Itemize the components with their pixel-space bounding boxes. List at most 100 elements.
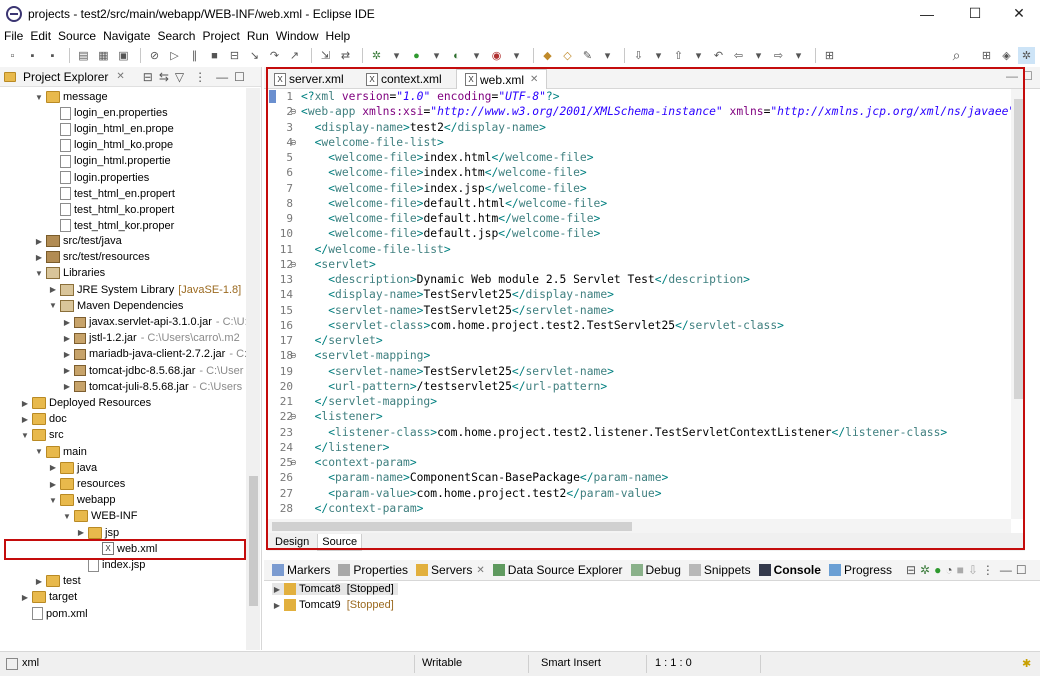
tab-servers[interactable]: Servers ✕: [416, 563, 485, 577]
terminate-icon[interactable]: ■: [206, 47, 223, 64]
tree-item[interactable]: pom.xml: [20, 606, 88, 622]
start-server-debug-icon[interactable]: ✲: [920, 563, 930, 577]
tree-item[interactable]: ▶ resources: [48, 476, 125, 492]
close-button[interactable]: ✕: [996, 0, 1040, 27]
tree-item[interactable]: login_html_en.prope: [48, 121, 174, 137]
use-step-filters-icon[interactable]: ⇄: [337, 47, 354, 64]
tree-item[interactable]: test_html_en.propert: [48, 186, 175, 202]
properties-icon[interactable]: ▦: [95, 47, 112, 64]
disconnect-icon[interactable]: ⊟: [226, 47, 243, 64]
menu-file[interactable]: File: [4, 29, 23, 43]
menu-project[interactable]: Project: [202, 29, 239, 43]
minimize-view-icon[interactable]: —: [1000, 563, 1012, 577]
tree-item[interactable]: ▼ webapp: [48, 492, 116, 508]
tab-snippets[interactable]: Snippets: [688, 563, 751, 577]
filter-icon[interactable]: ▽: [175, 70, 184, 84]
view-menu-icon[interactable]: ⋮: [982, 563, 994, 577]
tree-item[interactable]: ▼ WEB-INF: [62, 508, 137, 524]
menu-edit[interactable]: Edit: [30, 29, 51, 43]
start-server-icon[interactable]: ●: [934, 563, 941, 577]
run-icon[interactable]: ●: [408, 47, 425, 64]
coverage-dropdown-icon[interactable]: ▾: [468, 47, 485, 64]
explorer-scroll-thumb[interactable]: [249, 476, 258, 606]
expand-icon[interactable]: ▶: [272, 601, 282, 610]
tree-item[interactable]: ▶ javax.servlet-api-3.1.0.jar - C:\U:: [62, 314, 248, 330]
tree-toggle-icon[interactable]: ▶: [34, 237, 44, 246]
tree-toggle-icon[interactable]: ▶: [20, 399, 30, 408]
collapse-all-icon[interactable]: ⊟: [143, 70, 153, 84]
tab-properties[interactable]: Properties: [338, 563, 408, 577]
tree-item[interactable]: login_en.properties: [48, 105, 168, 121]
tree-toggle-icon[interactable]: ▶: [76, 528, 86, 537]
menu-navigate[interactable]: Navigate: [103, 29, 150, 43]
status-insert-mode[interactable]: Smart Insert: [541, 657, 601, 669]
tree-item[interactable]: ▶ tomcat-juli-8.5.68.jar - C:\Users: [62, 379, 242, 395]
previous-annotation-icon[interactable]: ⇧: [670, 47, 687, 64]
tree-item[interactable]: ▶ test: [34, 573, 81, 589]
tree-item[interactable]: ▶ target: [20, 589, 77, 605]
tab-markers[interactable]: Markers: [272, 563, 330, 577]
java-ee-perspective-icon[interactable]: ◈: [998, 47, 1015, 64]
new-java-project-icon[interactable]: ◆: [539, 47, 556, 64]
tree-item[interactable]: ▶ src/test/java: [34, 233, 122, 249]
tree-item[interactable]: ▼ src: [20, 427, 64, 443]
previous-annotation-dropdown-icon[interactable]: ▾: [690, 47, 707, 64]
menu-search[interactable]: Search: [157, 29, 195, 43]
server-row-tomcat9[interactable]: ▶ Tomcat9 [Stopped]: [272, 599, 394, 611]
tree-toggle-icon[interactable]: ▼: [34, 269, 44, 278]
external-tools-dropdown-icon[interactable]: ▾: [508, 47, 525, 64]
suspend-icon[interactable]: ∥: [186, 47, 203, 64]
menu-help[interactable]: Help: [326, 29, 351, 43]
expand-icon[interactable]: ▶: [272, 585, 282, 594]
tree-item[interactable]: ▼ message: [34, 89, 108, 105]
print-icon[interactable]: ▤: [75, 47, 92, 64]
tree-item[interactable]: login_html_ko.prope: [48, 137, 173, 153]
tree-toggle-icon[interactable]: ▶: [34, 577, 44, 586]
status-cursor-position[interactable]: 1 : 1 : 0: [655, 657, 692, 669]
tree-toggle-icon[interactable]: ▶: [48, 463, 58, 472]
tab-progress[interactable]: Progress: [828, 563, 892, 577]
open-type-icon[interactable]: ◇: [559, 47, 576, 64]
tree-toggle-icon[interactable]: ▶: [20, 415, 30, 424]
monitor-icon[interactable]: ▣: [115, 47, 132, 64]
tree-toggle-icon[interactable]: ▶: [34, 253, 44, 262]
tree-toggle-icon[interactable]: ▶: [62, 334, 72, 343]
menu-run[interactable]: Run: [247, 29, 269, 43]
debug-icon[interactable]: ✲: [368, 47, 385, 64]
skip-breakpoints-icon[interactable]: ⊘: [146, 47, 163, 64]
menu-window[interactable]: Window: [276, 29, 319, 43]
minimize-view-icon[interactable]: —: [216, 70, 228, 84]
tree-item[interactable]: ▶ doc: [20, 411, 67, 427]
link-editor-icon[interactable]: ⇆: [159, 70, 169, 84]
back-dropdown-icon[interactable]: ▾: [750, 47, 767, 64]
tree-toggle-icon[interactable]: ▼: [20, 431, 30, 440]
close-view-icon[interactable]: ✕: [116, 71, 124, 82]
tree-item[interactable]: test_html_ko.propert: [48, 202, 174, 218]
tree-item[interactable]: ▶ tomcat-jdbc-8.5.68.jar - C:\User: [62, 363, 243, 379]
tree-item[interactable]: test_html_kor.proper: [48, 218, 174, 234]
tree-toggle-icon[interactable]: ▼: [48, 496, 58, 505]
tree-toggle-icon[interactable]: ▶: [48, 480, 58, 489]
debug-dropdown-icon[interactable]: ▾: [388, 47, 405, 64]
tree-item[interactable]: ▶ jstl-1.2.jar - C:\Users\carro\.m2: [62, 330, 240, 346]
tree-item[interactable]: ▼ Maven Dependencies: [48, 298, 183, 314]
step-return-icon[interactable]: ↗: [286, 47, 303, 64]
tab-console[interactable]: Console: [758, 563, 821, 577]
last-edit-location-icon[interactable]: ↶: [710, 47, 727, 64]
external-tools-icon[interactable]: ◉: [488, 47, 505, 64]
minimize-button[interactable]: —: [904, 0, 950, 27]
tree-toggle-icon[interactable]: ▼: [34, 93, 44, 102]
coverage-icon[interactable]: ◐: [448, 47, 465, 64]
drop-to-frame-icon[interactable]: ⇲: [317, 47, 334, 64]
maximize-view-icon[interactable]: ☐: [234, 70, 245, 84]
quick-search-icon[interactable]: ⌕: [948, 47, 965, 64]
tree-item[interactable]: ▶ java: [48, 460, 97, 476]
maximize-button[interactable]: ☐: [952, 0, 998, 27]
tree-toggle-icon[interactable]: ▶: [62, 382, 72, 391]
tab-debug[interactable]: Debug: [630, 563, 681, 577]
view-menu-icon[interactable]: ⋮: [194, 70, 206, 84]
search-tool-icon[interactable]: ✎: [579, 47, 596, 64]
maximize-view-icon[interactable]: ☐: [1016, 563, 1027, 577]
tip-lightbulb-icon[interactable]: ✱: [1022, 657, 1031, 670]
pin-editor-icon[interactable]: ⊞: [821, 47, 838, 64]
